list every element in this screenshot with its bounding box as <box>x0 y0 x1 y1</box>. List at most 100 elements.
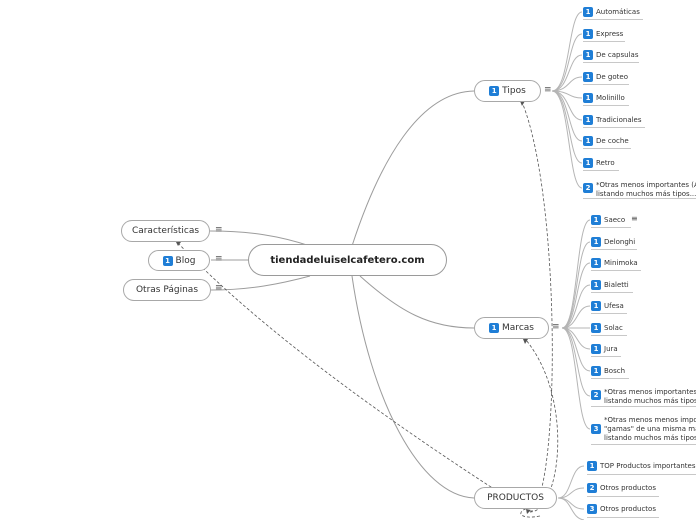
leaf-marcas-bosch[interactable]: 1 Bosch <box>591 366 625 376</box>
priority-badge-icon: 1 <box>583 93 593 103</box>
leaf-label-line-2: listando muchos más tipos...) <box>596 190 696 198</box>
priority-badge-icon: 1 <box>591 366 601 376</box>
connectors-productos <box>557 465 585 520</box>
leaf-marcas-saeco[interactable]: 1 Saeco <box>591 215 625 225</box>
leaf-marcas-delonghi[interactable]: 1 Delonghi <box>591 237 635 247</box>
leaf-marcas-solac[interactable]: 1 Solac <box>591 323 623 333</box>
node-tipos[interactable]: 1 Tipos <box>474 80 541 102</box>
node-otras-paginas-label: Otras Páginas <box>135 285 199 295</box>
leaf-label: Otros productos <box>600 505 656 513</box>
priority-badge-icon: 1 <box>489 86 500 96</box>
leaf-tipos-retro[interactable]: 1 Retro <box>583 158 615 168</box>
leaf-productos-top[interactable]: 1 TOP Productos importantes <box>587 461 696 471</box>
arrowhead-blog <box>176 242 181 246</box>
node-marcas-label: Marcas <box>502 323 534 333</box>
leaf-label: Minimoka <box>604 259 638 267</box>
menu-icon[interactable]: ≡ <box>631 215 638 223</box>
priority-badge-icon: 1 <box>591 301 601 311</box>
leaf-label: Tradicionales <box>596 116 642 124</box>
leaf-marcas-jura[interactable]: 1 Jura <box>591 344 618 354</box>
leaf-label-line-3: listando muchos más tipos... <box>604 434 696 442</box>
leaf-tipos-goteo[interactable]: 1 De goteo <box>583 72 628 82</box>
leaf-marcas-otras[interactable]: 2 *Otras menos importantes ( listando mu… <box>591 387 696 406</box>
leaf-label: TOP Productos importantes <box>600 462 696 470</box>
leaf-label-line-1: *Otras menos importantes ( <box>604 388 696 396</box>
connectors-tipos <box>551 11 583 189</box>
leaf-label: Retro <box>596 159 615 167</box>
connector-central-marcas <box>359 275 475 329</box>
leaf-tipos-express[interactable]: 1 Express <box>583 29 623 39</box>
priority-badge-icon: 2 <box>583 183 593 193</box>
priority-badge-icon: 1 <box>583 29 593 39</box>
leaf-label-line-2: listando muchos más tipos... <box>604 397 696 405</box>
priority-badge-icon: 1 <box>583 7 593 17</box>
leaf-tipos-capsulas[interactable]: 1 De capsulas <box>583 50 638 60</box>
leaf-productos-otros-3[interactable]: 3 Otros productos <box>587 504 656 514</box>
leaf-label: *Otras menos importantes ( listando much… <box>604 387 696 406</box>
leaf-label-line-2: "gamas" de una misma mar <box>604 425 696 433</box>
leaf-label: Bialetti <box>604 281 629 289</box>
priority-badge-icon: 1 <box>583 72 593 82</box>
priority-badge-icon: 1 <box>583 50 593 60</box>
node-blog-label: Blog <box>175 255 196 266</box>
menu-icon[interactable]: ≡ <box>215 284 223 293</box>
leaf-label: Bosch <box>604 367 626 375</box>
menu-icon[interactable]: ≡ <box>215 255 223 264</box>
node-productos[interactable]: PRODUCTOS <box>474 487 557 509</box>
leaf-label: Molinillo <box>596 94 625 102</box>
leaf-marcas-bialetti[interactable]: 1 Bialetti <box>591 280 629 290</box>
node-otras-paginas[interactable]: Otras Páginas <box>123 279 211 301</box>
leaf-label: Otros productos <box>600 484 656 492</box>
node-blog[interactable]: 1 Blog <box>148 250 210 271</box>
leaf-tipos-otras[interactable]: 2 *Otras menos importantes (Ac listando … <box>583 180 696 199</box>
priority-badge-icon: 1 <box>591 258 601 268</box>
leaf-label: De coche <box>596 137 629 145</box>
priority-badge-icon: 3 <box>591 424 601 434</box>
leaf-label: Express <box>596 30 624 38</box>
leaf-label-line-1: *Otras menos importantes (Ac <box>596 181 696 189</box>
leaf-label: Ufesa <box>604 302 624 310</box>
leaf-tipos-molinillo[interactable]: 1 Molinillo <box>583 93 625 103</box>
leaf-tipos-tradicionales[interactable]: 1 Tradicionales <box>583 115 642 125</box>
node-caracteristicas[interactable]: Características <box>121 220 210 242</box>
priority-badge-icon: 1 <box>591 280 601 290</box>
leaf-label: Automáticas <box>596 8 640 16</box>
priority-badge-icon: 1 <box>489 323 500 333</box>
leaf-marcas-ufesa[interactable]: 1 Ufesa <box>591 301 624 311</box>
connectors-marcas <box>561 219 591 430</box>
priority-badge-icon: 1 <box>583 115 593 125</box>
leaf-tipos-coche[interactable]: 1 De coche <box>583 136 629 146</box>
node-tipos-label: Tipos <box>502 86 526 96</box>
leaf-productos-otros-2[interactable]: 2 Otros productos <box>587 483 656 493</box>
central-topic[interactable]: tiendadeluiselcafetero.com <box>248 244 447 276</box>
leaf-label: *Otras menos menos impor "gamas" de una … <box>604 415 696 443</box>
connector-central-productos <box>351 275 475 499</box>
priority-badge-icon: 1 <box>583 136 593 146</box>
priority-badge-icon: 1 <box>591 237 601 247</box>
menu-icon[interactable]: ≡ <box>544 86 552 95</box>
leaf-label: *Otras menos importantes (Ac listando mu… <box>596 180 696 199</box>
leaf-label-line-1: *Otras menos menos impor <box>604 416 696 424</box>
leaf-marcas-minimoka[interactable]: 1 Minimoka <box>591 258 638 268</box>
leaf-label: De capsulas <box>596 51 639 59</box>
priority-badge-icon: 2 <box>591 390 601 400</box>
priority-badge-icon: 1 <box>591 215 601 225</box>
node-marcas[interactable]: 1 Marcas <box>474 317 549 339</box>
menu-icon[interactable]: ≡ <box>215 226 223 235</box>
leaf-marcas-gamas[interactable]: 3 *Otras menos menos impor "gamas" de un… <box>591 415 696 443</box>
leaf-label: De goteo <box>596 73 628 81</box>
priority-badge-icon: 2 <box>587 483 597 493</box>
dashed-relations <box>177 101 559 518</box>
leaf-label: Delonghi <box>604 238 636 246</box>
node-caracteristicas-label: Características <box>131 226 200 236</box>
connector-central-otras <box>210 275 311 291</box>
priority-badge-icon: 1 <box>583 158 593 168</box>
leaf-label: Solac <box>604 324 623 332</box>
priority-badge-icon: 3 <box>587 504 597 514</box>
connector-central-tipos <box>351 90 475 247</box>
leaf-tipos-automaticas[interactable]: 1 Automáticas <box>583 7 640 17</box>
menu-icon[interactable]: ≡ <box>552 323 560 332</box>
priority-badge-icon: 1 <box>162 255 173 266</box>
node-productos-label: PRODUCTOS <box>487 493 544 503</box>
priority-badge-icon: 1 <box>591 323 601 333</box>
